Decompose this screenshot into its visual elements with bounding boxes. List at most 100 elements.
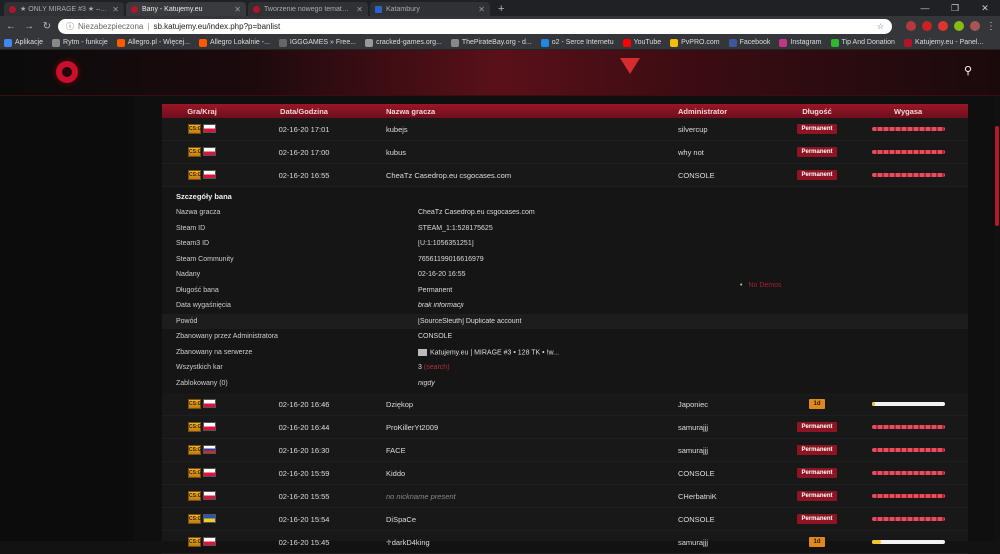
bookmark-item[interactable]: YouTube [622, 38, 661, 47]
expiry-progress-bar [872, 425, 945, 429]
bookmark-favicon-icon [365, 38, 374, 47]
close-window-icon[interactable]: ✕ [970, 0, 1000, 16]
tab-close-icon[interactable]: ✕ [234, 5, 241, 14]
mod-country-cell: CS:GO [162, 491, 242, 501]
tab-close-icon[interactable]: ✕ [356, 5, 363, 14]
extension-icon[interactable] [938, 21, 948, 31]
browser-tab[interactable]: ★ ONLY MIRAGE #3 ★ – Katujem ✕ [4, 2, 124, 16]
detail-value[interactable]: [U:1:1056351251] [418, 240, 474, 247]
bookmark-label: cracked-games.org... [376, 39, 442, 46]
length-badge: 1d [809, 537, 825, 547]
player-name: Kiddo [386, 468, 406, 478]
address-bar[interactable]: ⓘ Niezabezpieczona | sb.katujemy.eu/inde… [58, 18, 892, 34]
new-tab-button[interactable]: + [492, 2, 510, 16]
reload-icon[interactable]: ↻ [40, 21, 54, 32]
mod-country-cell: CS:GO [162, 399, 242, 409]
browser-tab[interactable]: Bany - Katujemy.eu ✕ [126, 2, 246, 16]
restore-icon[interactable]: ❐ [940, 0, 970, 16]
bookmark-item[interactable]: Tip And Donation [830, 38, 895, 47]
detail-row: Steam Community 76561199016616979 [162, 252, 968, 268]
menu-icon[interactable]: ⋮ [986, 21, 996, 32]
bookmark-favicon-icon [450, 38, 459, 47]
detail-value: brak informacji [418, 302, 464, 310]
detail-key: Steam3 ID [176, 240, 210, 248]
bookmark-item[interactable]: o2 - Serce Internetu [540, 38, 614, 47]
forward-icon[interactable]: → [22, 21, 36, 32]
table-row[interactable]: CS:GO 02-16-20 16:46 Dziękop Japoniec 1d [162, 393, 968, 416]
extension-icon[interactable] [954, 21, 964, 31]
bookmark-item[interactable]: Allegro.pl - Więcej... [116, 38, 190, 47]
header-expires[interactable]: Wygasa [872, 107, 968, 116]
expiry-progress-bar [872, 471, 945, 475]
bookmark-item[interactable]: cracked-games.org... [365, 38, 442, 47]
bookmark-item[interactable]: Katujemy.eu - Panel... [903, 38, 984, 47]
tab-close-icon[interactable]: ✕ [478, 5, 485, 14]
table-row[interactable]: CS:GO 02-16-20 15:55 no nickname present CH… [162, 485, 968, 508]
header-length[interactable]: Długość [762, 107, 872, 116]
detail-value-cell: [U:1:1056351251] [418, 240, 726, 247]
bookmark-item[interactable]: ThePirateBay.org - d... [450, 38, 532, 47]
ban-date: 02-16-20 15:55 [278, 491, 330, 501]
table-row[interactable]: CS:GO 02-16-20 15:54 DiSpaCe CONSOLE Permane… [162, 508, 968, 531]
table-row[interactable]: CS:GO 02-16-20 16:44 ProKillerYt2009 samura… [162, 416, 968, 439]
bookmark-item[interactable]: Rytm - funkcje [52, 38, 108, 47]
detail-value: Permanent [418, 286, 453, 294]
table-row[interactable]: CS:GO 02-16-20 16:30 FACE samurajjj Permanen… [162, 439, 968, 462]
bookmark-item[interactable]: Aplikacje [4, 38, 43, 47]
ban-length: Permanent [762, 491, 872, 501]
length-badge: Permanent [797, 422, 837, 432]
detail-value-cell: Permanent [418, 287, 726, 294]
bookmark-item[interactable]: IGGGAMES » Free... [278, 38, 356, 47]
scrollbar-thumb[interactable] [995, 126, 999, 226]
header-mod[interactable]: Gra/Kraj [162, 107, 242, 116]
bookmark-favicon-icon [830, 38, 839, 47]
expires-cell [872, 471, 968, 475]
table-row[interactable]: CS:GO 02-16-20 17:00 kubus why not Permanent [162, 141, 968, 164]
minimize-icon[interactable]: — [910, 0, 940, 16]
bookmark-item[interactable]: PvPRO.com [670, 38, 720, 47]
detail-value-cell: 02-16-20 16:55 [418, 271, 726, 278]
info-icon[interactable]: ⓘ [66, 21, 74, 32]
table-row[interactable]: CS:GO 02-16-20 17:01 kubejs silvercup Perman… [162, 118, 968, 141]
header-admin[interactable]: Administrator [630, 107, 762, 116]
bookmark-item[interactable]: Facebook [728, 38, 770, 47]
search-icon[interactable]: ⚲ [964, 64, 972, 77]
bookmark-item[interactable]: Allegro Lokalnie -... [199, 38, 270, 47]
site-header: ⚲ [0, 50, 1000, 96]
scrollbar[interactable] [994, 96, 1000, 541]
site-logo[interactable] [56, 61, 78, 83]
player-name: no nickname present [386, 491, 456, 501]
profile-avatar[interactable] [970, 21, 980, 31]
bookmark-label: Katujemy.eu - Panel... [914, 39, 984, 46]
bookmark-item[interactable]: Instagram [779, 38, 822, 47]
bookmark-label: Tip And Donation [841, 39, 895, 46]
bookmark-label: Instagram [790, 39, 822, 46]
tab-close-icon[interactable]: ✕ [112, 5, 119, 14]
detail-row: Nazwa gracza CheaTz Casedrop.eu csgocases… [162, 205, 968, 221]
back-icon[interactable]: ← [4, 21, 18, 32]
browser-tab[interactable]: Tworzenie nowego tematu - Kat ✕ [248, 2, 368, 16]
country-flag-icon [203, 147, 216, 156]
table-row[interactable]: CS:GO 02-16-20 15:45 ♱darkD4king samurajjj 1… [162, 531, 968, 554]
bookmark-star-icon[interactable]: ☆ [877, 22, 884, 31]
header-name[interactable]: Nazwa gracza [338, 107, 630, 116]
length-badge: Permanent [797, 445, 837, 455]
ban-date: 02-16-20 15:59 [278, 468, 330, 478]
header-date[interactable]: Data/Godzina [242, 107, 338, 116]
server-icon [418, 348, 427, 356]
player-name: FACE [386, 445, 406, 455]
extension-icon[interactable] [906, 21, 916, 31]
table-row[interactable]: CS:GO 02-16-20 15:59 Kiddo CONSOLE Permanent [162, 462, 968, 485]
detail-value[interactable]: 76561199016616979 [418, 256, 484, 263]
table-row[interactable]: CS:GO 02-16-20 16:55 CheaTz Casedrop.eu cs… [162, 164, 968, 187]
detail-value: 02-16-20 16:55 [418, 271, 466, 279]
extension-icon[interactable] [922, 21, 932, 31]
ban-length: Permanent [762, 170, 872, 180]
security-label: Niezabezpieczona [78, 21, 144, 31]
game-icon: CS:GO [188, 468, 206, 478]
browser-tab[interactable]: Katambury ✕ [370, 2, 490, 16]
detail-value-cell: CONSOLE [418, 333, 726, 340]
url-text: sb.katujemy.eu/index.php?p=banlist [153, 21, 281, 31]
ban-date: 02-16-20 15:54 [278, 514, 330, 524]
search-link[interactable]: (search) [424, 364, 450, 371]
